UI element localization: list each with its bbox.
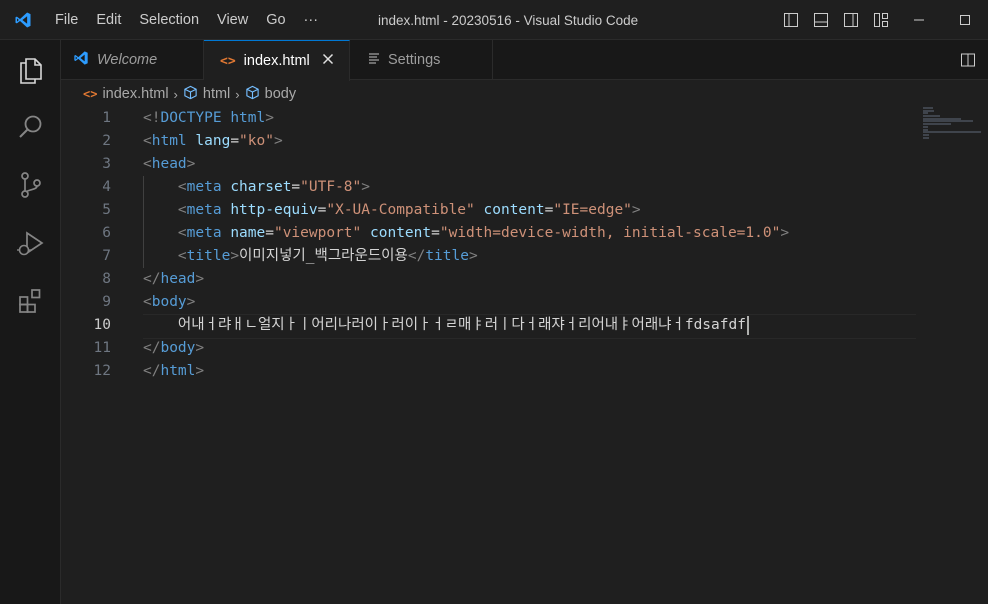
vscode-logo-icon bbox=[73, 50, 89, 70]
line-code: <body> bbox=[143, 294, 196, 310]
line-code: </body> bbox=[143, 340, 205, 356]
line-number: 3 bbox=[102, 156, 111, 172]
code-line[interactable]: 9 <body> bbox=[61, 291, 988, 314]
title-bar: File Edit Selection View Go ··· index.ht… bbox=[0, 0, 988, 40]
line-code: <!DOCTYPE html> bbox=[143, 110, 274, 126]
minimize-icon[interactable] bbox=[896, 0, 942, 40]
line-number: 7 bbox=[102, 248, 111, 264]
line-code: <head> bbox=[143, 156, 196, 172]
settings-list-icon bbox=[368, 52, 380, 68]
chevron-right-icon: › bbox=[173, 86, 178, 102]
maximize-icon[interactable] bbox=[942, 0, 988, 40]
line-code: 어내ㅓ랴ㅐㄴ얼지ㅏㅣ어리나러이ㅏ러이ㅏㅓㄹ매ㅑ러ㅣ다ㅓ래쟈ㅓ리어내ㅑ어래냐ㅓfd… bbox=[143, 314, 749, 337]
tab-label: Welcome bbox=[97, 52, 158, 68]
code-line[interactable]: 3 <head> bbox=[61, 153, 988, 176]
menu-file[interactable]: File bbox=[46, 0, 87, 40]
activity-bar bbox=[0, 40, 61, 604]
code-line[interactable]: 7 <title>이미지넣기_백그라운드이용</title> bbox=[61, 245, 988, 268]
menu-view[interactable]: View bbox=[208, 0, 257, 40]
tab-settings[interactable]: Settings bbox=[350, 40, 493, 80]
line-number: 9 bbox=[102, 294, 111, 310]
html-file-icon: <> bbox=[83, 87, 98, 101]
code-line[interactable]: 8 </head> bbox=[61, 268, 988, 291]
editor-tab-bar: Welcome <> index.html Settings bbox=[61, 40, 988, 81]
search-icon[interactable] bbox=[0, 98, 61, 156]
customize-layout-icon[interactable] bbox=[866, 0, 896, 40]
symbol-cube-icon bbox=[245, 85, 260, 104]
code-line[interactable]: 5 <meta http-equiv="X-UA-Compatible" con… bbox=[61, 199, 988, 222]
code-line[interactable]: 2 <html lang="ko"> bbox=[61, 130, 988, 153]
code-line[interactable]: 10 어내ㅓ랴ㅐㄴ얼지ㅏㅣ어리나러이ㅏ러이ㅏㅓㄹ매ㅑ러ㅣ다ㅓ래쟈ㅓ리어내ㅑ어래냐… bbox=[61, 314, 988, 339]
code-editor[interactable]: 1 <!DOCTYPE html> 2 <html lang="ko"> 3 <head>… bbox=[61, 107, 988, 604]
run-debug-icon[interactable] bbox=[0, 214, 61, 272]
breadcrumb-html[interactable]: html bbox=[183, 85, 230, 104]
chevron-right-icon: › bbox=[235, 86, 240, 102]
explorer-icon[interactable] bbox=[0, 40, 61, 98]
line-code: </head> bbox=[143, 271, 205, 287]
html-file-icon: <> bbox=[220, 53, 236, 69]
line-number: 12 bbox=[93, 363, 111, 379]
toggle-secondary-sidebar-icon[interactable] bbox=[836, 0, 866, 40]
line-code: </html> bbox=[143, 363, 205, 379]
code-line[interactable]: 6 <meta name="viewport" content="width=d… bbox=[61, 222, 988, 245]
breadcrumb: <> index.html › html › body bbox=[61, 81, 988, 107]
line-code: <title>이미지넣기_백그라운드이용</title> bbox=[177, 248, 478, 264]
symbol-cube-icon bbox=[183, 85, 198, 104]
window-title: index.html - 20230516 - Visual Studio Co… bbox=[378, 13, 639, 28]
line-number: 10 bbox=[93, 317, 111, 333]
close-icon[interactable] bbox=[322, 53, 334, 69]
tab-label: Settings bbox=[388, 52, 441, 68]
menu-bar: File Edit Selection View Go ··· bbox=[46, 0, 327, 40]
code-lines: 1 <!DOCTYPE html> 2 <html lang="ko"> 3 <head>… bbox=[61, 107, 988, 383]
tab-label: index.html bbox=[243, 53, 310, 69]
line-number: 11 bbox=[93, 340, 111, 356]
line-number: 5 bbox=[102, 202, 111, 218]
toggle-panel-icon[interactable] bbox=[806, 0, 836, 40]
breadcrumb-body[interactable]: body bbox=[245, 85, 296, 104]
source-control-icon[interactable] bbox=[0, 156, 61, 214]
menu-edit[interactable]: Edit bbox=[87, 0, 130, 40]
code-line[interactable]: 11 </body> bbox=[61, 337, 988, 360]
line-number: 2 bbox=[102, 133, 111, 149]
text-cursor bbox=[746, 315, 749, 335]
tab-welcome[interactable]: Welcome bbox=[61, 40, 204, 80]
code-line[interactable]: 4 <meta charset="UTF-8"> bbox=[61, 176, 988, 199]
line-number: 6 bbox=[102, 225, 111, 241]
line-number: 8 bbox=[102, 271, 111, 287]
line-code: <html lang="ko"> bbox=[143, 133, 283, 149]
line-code: <meta name="viewport" content="width=dev… bbox=[177, 225, 790, 241]
split-editor-icon[interactable] bbox=[956, 40, 980, 80]
line-code: <meta http-equiv="X-UA-Compatible" conte… bbox=[177, 202, 641, 218]
menu-more[interactable]: ··· bbox=[295, 0, 328, 40]
code-line[interactable]: 1 <!DOCTYPE html> bbox=[61, 107, 988, 130]
line-number: 1 bbox=[102, 110, 111, 126]
minimap[interactable] bbox=[923, 107, 983, 147]
breadcrumb-file[interactable]: <> index.html bbox=[83, 86, 169, 102]
line-code: <meta charset="UTF-8"> bbox=[177, 179, 370, 195]
toggle-primary-sidebar-icon[interactable] bbox=[776, 0, 806, 40]
extensions-icon[interactable] bbox=[0, 272, 61, 330]
tab-index-html[interactable]: <> index.html bbox=[204, 40, 350, 81]
line-number: 4 bbox=[102, 179, 111, 195]
vscode-logo-icon bbox=[0, 0, 46, 40]
menu-go[interactable]: Go bbox=[257, 0, 294, 40]
code-line[interactable]: 12 </html> bbox=[61, 360, 988, 383]
menu-selection[interactable]: Selection bbox=[130, 0, 208, 40]
